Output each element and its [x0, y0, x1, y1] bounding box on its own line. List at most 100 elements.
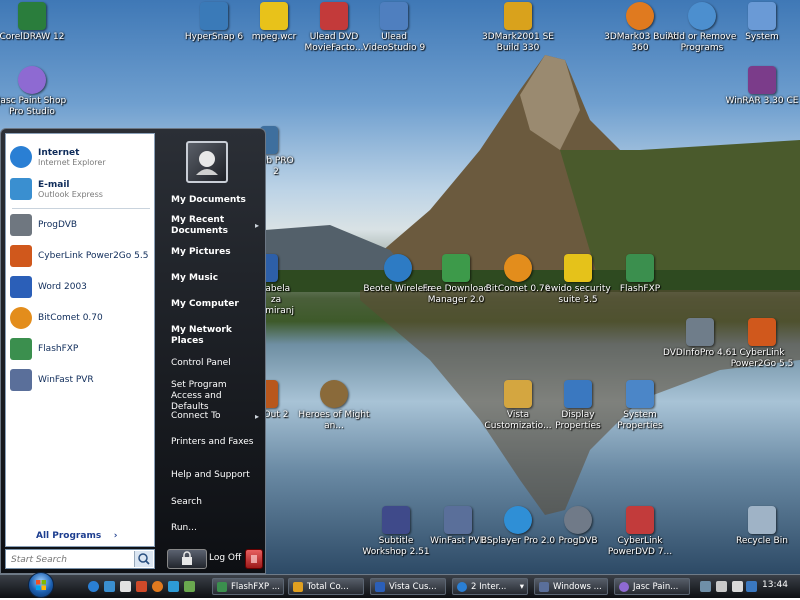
taskbar-button[interactable]: Total Co... [288, 578, 364, 595]
start-right-my-computer[interactable]: My Computer [171, 299, 239, 310]
start-right-my-pictures[interactable]: My Pictures [171, 247, 231, 258]
heroes-of-might-icon [320, 380, 348, 408]
desktop-icon-label: mpeg.wcr [251, 32, 297, 42]
cyberlink-power2go-icon [748, 318, 776, 346]
lock-button[interactable] [167, 549, 207, 569]
chevron-down-icon: ▾ [519, 582, 524, 592]
desktop-icon-label: Display Properties [555, 410, 601, 431]
start-recent-item[interactable]: WinFast PVR [10, 367, 152, 393]
desktop-icon[interactable]: System [724, 2, 800, 43]
log-off-button[interactable]: Log Off [209, 553, 241, 563]
start-recent-item[interactable]: ProgDVB [10, 212, 152, 238]
taskbar-button-label: 2 Inter... [471, 582, 507, 592]
ulead-videostudio-icon [380, 2, 408, 30]
start-pinned-internet[interactable]: Internet Internet Explorer [10, 142, 152, 172]
word-icon [10, 276, 32, 298]
desktop-icon-label: Out 2 [263, 410, 289, 420]
quick-launch-app-icon[interactable] [136, 581, 147, 592]
quick-launch-app-icon[interactable] [184, 581, 195, 592]
taskbar-button[interactable]: 2 Inter... ▾ [452, 578, 528, 595]
start-right-run[interactable]: Run... [171, 523, 197, 534]
taskbar-button[interactable]: FlashFXP ... [212, 578, 284, 595]
start-right-connect-to[interactable]: Connect To [171, 411, 221, 422]
3dmark2001-icon [504, 2, 532, 30]
desktop-icon[interactable]: Jasc Paint Shop Pro Studio [0, 66, 70, 118]
start-item-title: BitComet 0.70 [38, 313, 103, 323]
outlook-express-icon [10, 178, 32, 200]
desktop-icon-label: Ulead DVD MovieFacto... [304, 32, 364, 53]
flashfxp-icon [217, 582, 227, 592]
quick-launch-app-icon[interactable] [152, 581, 163, 592]
bsplayer-icon [504, 506, 532, 534]
start-right-my-recent-documents[interactable]: My Recent Documents [171, 215, 251, 237]
folder-icon [504, 380, 532, 408]
start-recent-item[interactable]: CyberLink Power2Go 5.5 [10, 243, 152, 269]
cyberlink-power2go-icon [10, 245, 32, 267]
desktop-icon[interactable]: Recycle Bin [724, 506, 800, 547]
taskbar-button[interactable]: Vista Cus... [370, 578, 446, 595]
start-right-help-and-support[interactable]: Help and Support [171, 470, 250, 481]
system-icon [748, 2, 776, 30]
tray-app-icon[interactable] [746, 581, 757, 592]
coreldraw-icon [18, 2, 46, 30]
progdvb-icon [10, 214, 32, 236]
quick-launch-internet-explorer-icon[interactable] [88, 581, 99, 592]
quick-launch-outlook-icon[interactable] [104, 581, 115, 592]
start-right-printers-and-faxes[interactable]: Printers and Faxes [171, 437, 253, 448]
start-button[interactable] [28, 572, 54, 598]
start-pinned-email[interactable]: E-mail Outlook Express [10, 174, 152, 204]
desktop-icon-label: CyberLink PowerDVD 7... [607, 536, 673, 557]
taskbar-button-label: Jasc Pain... [633, 582, 679, 592]
power-button[interactable] [245, 549, 263, 569]
ewido-icon [564, 254, 592, 282]
desktop-icon[interactable]: FlashFXP [602, 254, 678, 295]
desktop-icon-label: HyperSnap 6 [184, 32, 244, 42]
windows-media-icon [539, 582, 549, 592]
search-icon[interactable] [134, 551, 153, 567]
start-item-title: WinFast PVR [38, 375, 94, 385]
internet-explorer-icon [10, 146, 32, 168]
desktop-icon-label: Ulead VideoStudio 9 [362, 32, 426, 53]
dvdinfopro-icon [686, 318, 714, 346]
desktop-icon[interactable]: Ulead VideoStudio 9 [356, 2, 432, 54]
desktop-icon-label: FlashFXP [619, 284, 661, 294]
quick-launch-app-icon[interactable] [168, 581, 179, 592]
start-right-set-program-access[interactable]: Set Program Access and Defaults [171, 380, 253, 413]
tray-volume-icon[interactable] [732, 581, 743, 592]
mpeg-wcr-icon [260, 2, 288, 30]
subtitle-workshop-icon [382, 506, 410, 534]
desktop-icon[interactable]: Heroes of Might an... [296, 380, 372, 432]
start-right-search[interactable]: Search [171, 497, 202, 508]
start-right-control-panel[interactable]: Control Panel [171, 358, 231, 369]
all-programs-button[interactable]: All Programs › [36, 531, 117, 541]
taskbar-clock[interactable]: 13:44 [762, 580, 788, 590]
desktop-icon[interactable]: CorelDRAW 12 [0, 2, 70, 43]
desktop-icon[interactable]: 3DMark2001 SE Build 330 [480, 2, 556, 54]
flashfxp-icon [626, 254, 654, 282]
start-search-input[interactable] [9, 551, 137, 569]
start-right-my-music[interactable]: My Music [171, 273, 218, 284]
start-right-my-documents[interactable]: My Documents [171, 195, 246, 206]
start-menu-programs-pane: Internet Internet Explorer E-mail Outloo… [5, 133, 155, 547]
start-recent-item[interactable]: FlashFXP [10, 336, 152, 362]
desktop-icon-label: System [745, 32, 779, 42]
start-recent-item[interactable]: Word 2003 [10, 274, 152, 300]
bitcomet-icon [10, 307, 32, 329]
start-item-subtitle: Internet Explorer [38, 157, 106, 167]
taskbar-button-label: Windows ... [553, 582, 602, 592]
desktop-icon[interactable]: WinRAR 3.30 CE [724, 66, 800, 107]
quick-launch-show-desktop-icon[interactable] [120, 581, 131, 592]
start-right-my-network-places[interactable]: My Network Places [171, 325, 265, 347]
user-avatar[interactable] [186, 141, 228, 183]
windows-logo-icon [36, 580, 46, 590]
desktop-icon[interactable]: System Properties [602, 380, 678, 432]
tray-network-icon[interactable] [700, 581, 711, 592]
taskbar-button[interactable]: Windows ... [534, 578, 608, 595]
desktop-icon[interactable]: CyberLink PowerDVD 7... [602, 506, 678, 558]
desktop-icon[interactable]: CyberLink Power2Go 5.5 [724, 318, 800, 370]
start-recent-item[interactable]: BitComet 0.70 [10, 305, 152, 331]
tray-monitor-icon[interactable] [716, 581, 727, 592]
internet-explorer-icon [457, 582, 467, 592]
taskbar-button[interactable]: Jasc Pain... [614, 578, 690, 595]
add-remove-programs-icon [688, 2, 716, 30]
